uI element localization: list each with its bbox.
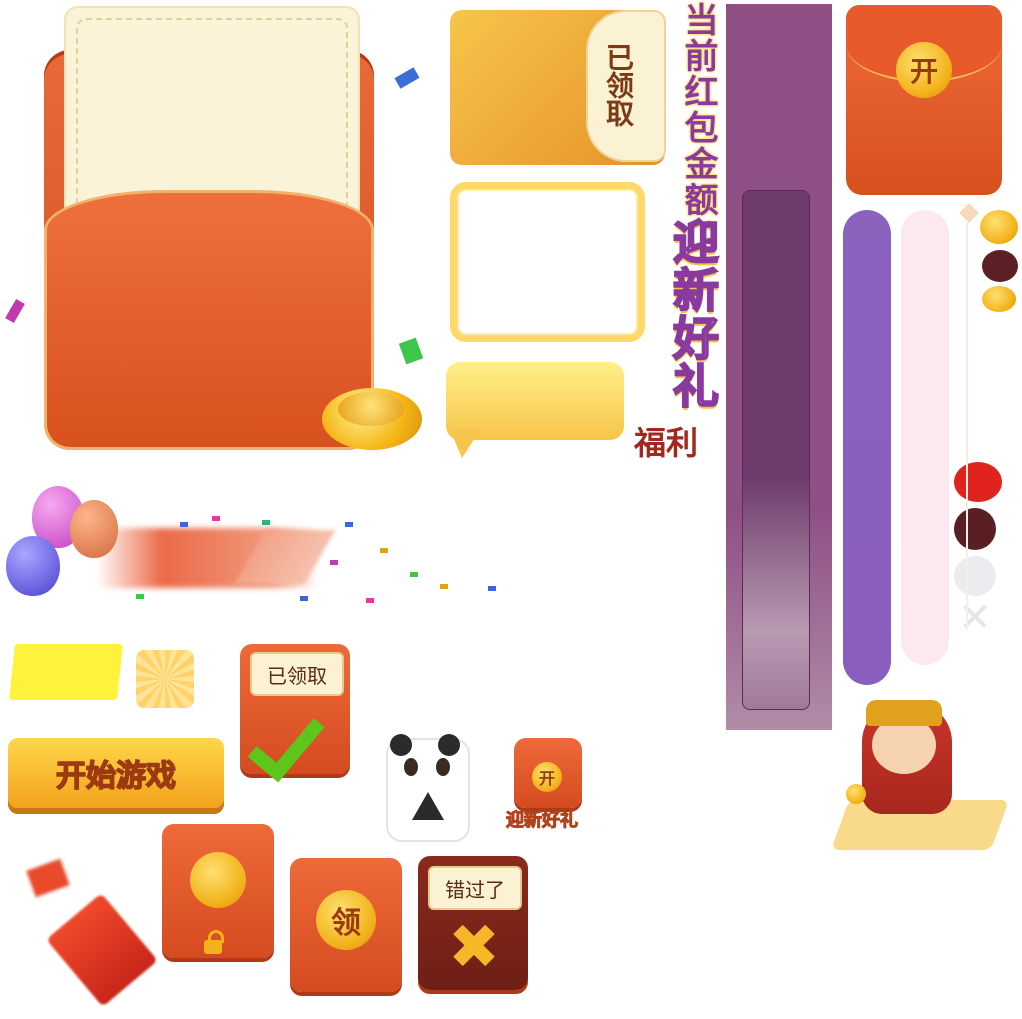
speech-bubble: [446, 362, 624, 440]
received-card-label: 已领取: [602, 43, 635, 127]
sparkle-icon: [959, 203, 979, 223]
violet-progress-bar: [843, 210, 891, 685]
spade-icon: [412, 792, 444, 820]
panda-eye: [436, 758, 450, 776]
speech-bubble-tail: [450, 430, 480, 458]
missed-envelope-label: 错过了: [428, 866, 522, 910]
god-coin: [846, 784, 866, 804]
yellow-frame: [450, 182, 645, 342]
panda-ear: [390, 734, 412, 756]
panda-ear: [438, 734, 460, 756]
red-envelope-icon: [46, 893, 158, 1007]
confetti-piece: [5, 298, 25, 324]
confetti-piece: [330, 560, 338, 565]
close-x-icon: ✖: [448, 910, 500, 983]
confetti-piece: [262, 520, 270, 525]
newcomer-coin-icon: 开: [532, 762, 562, 792]
purple-panel-inner: [742, 190, 810, 710]
gold-dot: [982, 286, 1016, 312]
confetti-piece: [136, 594, 144, 599]
god-hat: [866, 700, 942, 726]
dark-red-dot: [954, 508, 996, 550]
confetti-piece: [410, 572, 418, 577]
balloon-icon: [70, 500, 118, 558]
red-dot: [954, 462, 1002, 502]
confetti-piece: [212, 516, 220, 521]
thin-line: [966, 220, 968, 630]
confetti-piece: [366, 598, 374, 603]
confetti-piece: [180, 522, 188, 527]
confetti-piece: [380, 548, 388, 553]
close-x-icon[interactable]: ✕: [956, 598, 994, 638]
sunburst-tile: [136, 650, 194, 708]
current-amount-label: 当前红包金额：: [678, 2, 718, 254]
light-gray-dot: [954, 556, 996, 596]
open-coin-icon[interactable]: 开: [896, 42, 952, 98]
pink-progress-bar: [901, 210, 949, 665]
red-envelope-icon: [26, 858, 70, 898]
start-game-button[interactable]: 开始游戏: [8, 738, 224, 808]
newcomer-gift-title: 迎新好礼: [665, 217, 721, 411]
locked-coin: [190, 852, 246, 908]
yellow-note: [9, 644, 123, 700]
welfare-label: 福利: [634, 424, 699, 462]
confetti-piece: [394, 67, 420, 89]
claim-coin-icon[interactable]: 领: [316, 890, 376, 950]
confetti-piece: [300, 596, 308, 601]
confetti-piece: [345, 522, 353, 527]
gold-ingot-top: [338, 392, 404, 426]
maroon-dot: [982, 250, 1018, 282]
gold-dot: [980, 210, 1018, 244]
lock-icon-body: [204, 940, 222, 954]
panda-eye: [404, 758, 418, 776]
confetti-piece: [398, 337, 424, 365]
received-envelope-label: 已领取: [250, 652, 344, 696]
confetti-piece: [488, 586, 496, 591]
confetti-piece: [440, 584, 448, 589]
balloon-icon: [6, 536, 60, 596]
newcomer-gift-label: 迎新好礼: [506, 810, 579, 832]
